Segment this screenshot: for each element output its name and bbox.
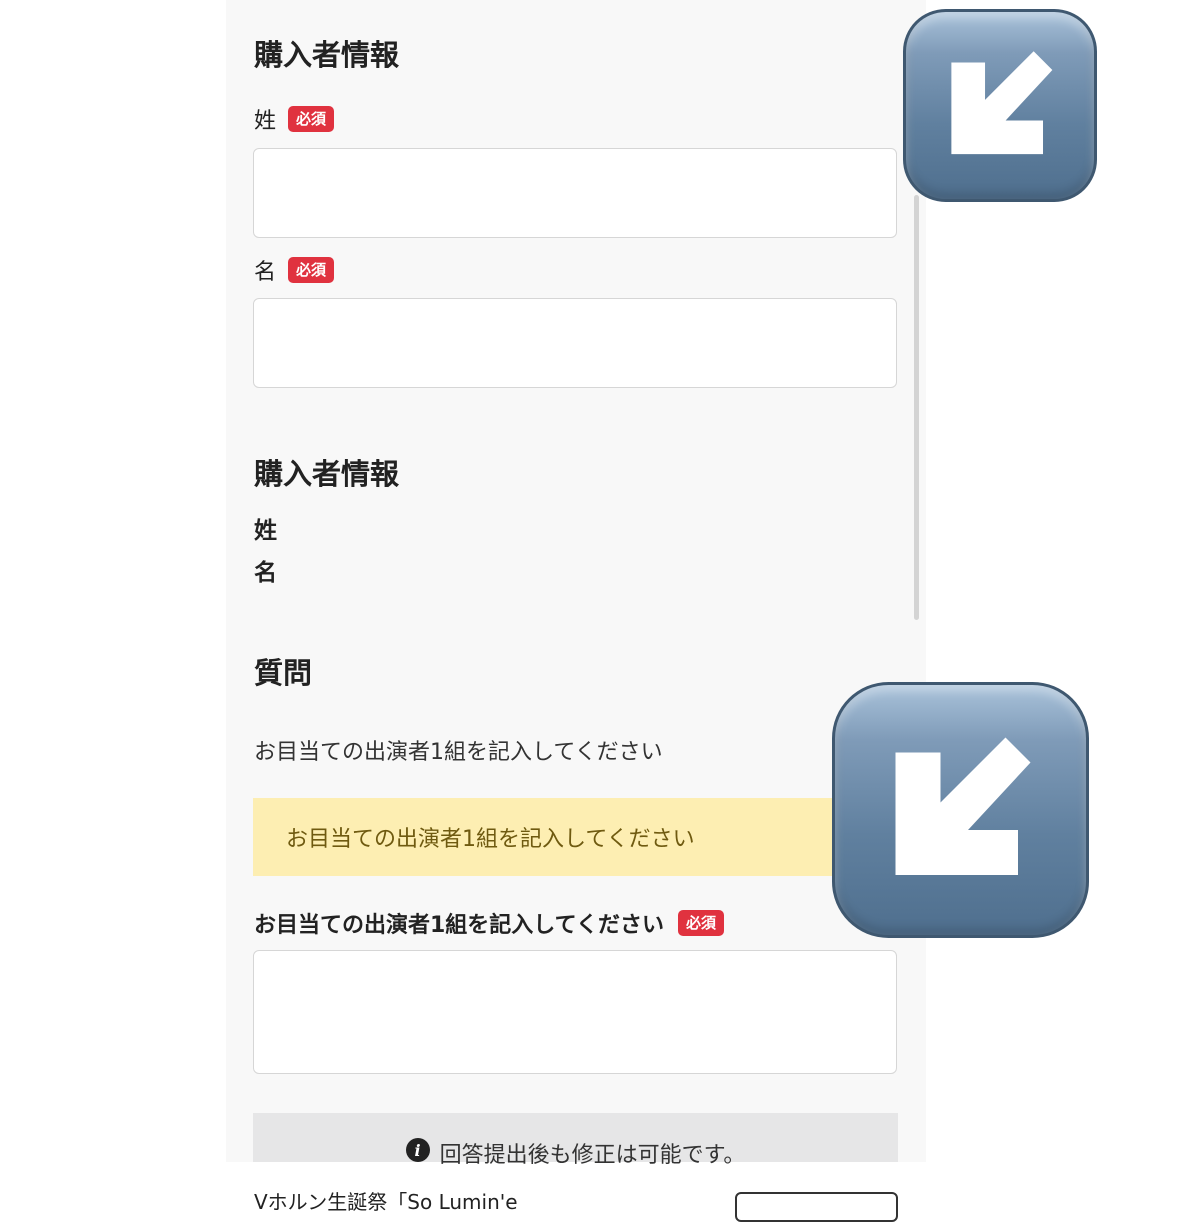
answer-textarea[interactable]: [253, 950, 897, 1074]
scrollbar[interactable]: [914, 195, 919, 620]
confirm-first-name-label: 名: [254, 560, 277, 586]
last-name-input[interactable]: [253, 148, 897, 238]
buyer-info-heading: 購入者情報: [254, 38, 400, 72]
last-name-label: 姓: [254, 109, 277, 134]
down-left-arrow-icon: [903, 9, 1097, 202]
down-left-arrow-glyph: [951, 51, 1053, 155]
down-left-arrow-glyph: [895, 737, 1031, 875]
required-badge: 必須: [678, 910, 725, 936]
question-notice-text: お目当ての出演者1組を記入してください: [286, 827, 695, 852]
required-badge: 必須: [288, 106, 335, 132]
first-name-label: 名: [254, 260, 277, 285]
confirm-last-name-label: 姓: [254, 518, 277, 544]
info-text: 回答提出後も修正は可能です。: [439, 1143, 746, 1168]
footer-button[interactable]: [735, 1192, 898, 1222]
info-icon: i: [405, 1138, 430, 1162]
question-notice: お目当ての出演者1組を記入してください: [253, 798, 843, 876]
down-left-arrow-icon: [832, 682, 1089, 938]
required-badge: 必須: [288, 257, 335, 283]
answer-label-row: お目当ての出演者1組を記入してください 必須: [254, 906, 725, 940]
info-bar: i 回答提出後も修正は可能です。: [253, 1113, 898, 1168]
last-name-label-row: 姓 必須: [254, 104, 335, 134]
question-heading: 質問: [254, 656, 313, 690]
question-text: お目当ての出演者1組を記入してください: [254, 740, 663, 765]
first-name-input[interactable]: [253, 298, 897, 388]
first-name-label-row: 名 必須: [254, 255, 335, 285]
answer-label: お目当ての出演者1組を記入してください: [254, 913, 664, 938]
event-title-text: Vホルン生誕祭「So Lumin'e: [254, 1190, 518, 1214]
buyer-info-confirm-heading: 購入者情報: [254, 457, 400, 491]
